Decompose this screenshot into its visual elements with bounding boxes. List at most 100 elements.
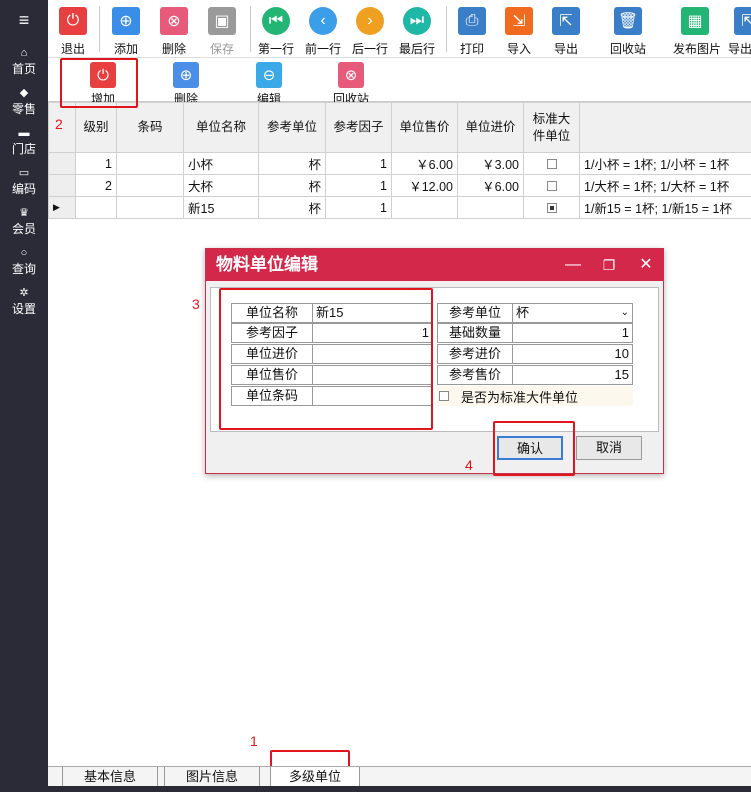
- restore-icon[interactable]: ❐: [594, 249, 624, 281]
- col-header[interactable]: 单位售价: [391, 102, 458, 153]
- sub-recycle-button[interactable]: ⊗ 回收站: [321, 62, 381, 102]
- field-label: 参考售价: [437, 365, 513, 385]
- cell-desc[interactable]: 1/大杯 = 1杯; 1/大杯 = 1杯: [579, 174, 751, 197]
- std-unit-checkbox-row[interactable]: 是否为标准大件单位: [437, 386, 633, 406]
- trash-icon: 🗑: [614, 7, 642, 35]
- row-header[interactable]: [48, 152, 76, 175]
- nav-label: 编码: [11, 182, 36, 196]
- save-button[interactable]: ▣ 保存: [200, 7, 244, 57]
- button-label: 删除: [173, 92, 198, 102]
- print-button[interactable]: ⎙ 打印: [450, 7, 494, 57]
- col-header[interactable]: 标准大件单位: [523, 102, 580, 153]
- prev-row-button[interactable]: ‹ 前一行: [301, 7, 345, 57]
- cell-ref-unit[interactable]: 杯: [258, 174, 326, 197]
- ref-price-input[interactable]: 15: [513, 365, 633, 385]
- tab-multi-unit[interactable]: 多级单位: [270, 767, 360, 787]
- edit-button[interactable]: ⊖ 编辑: [239, 62, 299, 102]
- cell-desc[interactable]: 1/小杯 = 1杯; 1/小杯 = 1杯: [579, 152, 751, 175]
- nav-home[interactable]: ⌂ 首页: [0, 42, 48, 82]
- export-button[interactable]: ⇱ 导出: [544, 7, 588, 57]
- cell-std[interactable]: [523, 174, 580, 197]
- cell-barcode[interactable]: [116, 152, 184, 175]
- table-row[interactable]: ▶ 新15 杯 1 1/新15 = 1杯; 1/新15 = 1杯: [48, 196, 751, 219]
- search-icon: ○: [20, 247, 28, 259]
- col-header[interactable]: 单位名称: [183, 102, 259, 153]
- add-button[interactable]: ⊕ 添加: [104, 7, 148, 57]
- ref-cost-input[interactable]: 10: [513, 344, 633, 364]
- cell-barcode[interactable]: [116, 174, 184, 197]
- ref-unit-select[interactable]: 杯 ⌄: [513, 303, 633, 323]
- last-icon: ⏭: [403, 7, 431, 35]
- nav-settings[interactable]: ✲ 设置: [0, 282, 48, 322]
- sub-delete-button[interactable]: ⊕ 删除: [156, 62, 216, 102]
- col-header[interactable]: 参考单位: [258, 102, 326, 153]
- dialog-titlebar[interactable]: 物料单位编辑 — ❐ ✕: [206, 249, 663, 281]
- cell-name[interactable]: 大杯: [183, 174, 259, 197]
- cell-factor[interactable]: 1: [325, 174, 392, 197]
- checkbox-label: 是否为标准大件单位: [461, 389, 579, 405]
- first-row-button[interactable]: ⏮ 第一行: [254, 7, 298, 57]
- cell-level[interactable]: [75, 196, 117, 219]
- exit-button[interactable]: ⏻ 退出: [51, 7, 95, 57]
- cell-level[interactable]: 1: [75, 152, 117, 175]
- col-header[interactable]: 条码: [116, 102, 184, 153]
- field-label: 参考单位: [437, 303, 513, 323]
- last-row-button[interactable]: ⏭ 最后行: [395, 7, 439, 57]
- cell-cost[interactable]: ￥6.00: [457, 174, 524, 197]
- delete-button[interactable]: ⊗ 删除: [152, 7, 196, 57]
- checkbox[interactable]: [546, 181, 557, 192]
- nav-label: 门店: [11, 142, 36, 156]
- cell-desc[interactable]: 1/新15 = 1杯; 1/新15 = 1杯: [579, 196, 751, 219]
- export-button-2[interactable]: ⇱ 导出: [728, 7, 751, 57]
- cell-sale[interactable]: ￥12.00: [391, 174, 458, 197]
- minimize-icon[interactable]: —: [558, 249, 588, 281]
- col-header[interactable]: [579, 102, 751, 153]
- button-label: 删除: [161, 42, 186, 56]
- nav-code[interactable]: ▭ 编码: [0, 162, 48, 202]
- nav-label: 零售: [11, 102, 36, 116]
- cell-sale[interactable]: [391, 196, 458, 219]
- nav-query[interactable]: ○ 查询: [0, 242, 48, 282]
- cell-factor[interactable]: 1: [325, 196, 392, 219]
- close-icon[interactable]: ✕: [631, 249, 661, 281]
- table-row[interactable]: 1 小杯 杯 1 ￥6.00 ￥3.00 1/小杯 = 1杯; 1/小杯 = 1…: [48, 152, 751, 175]
- std-unit-checkbox[interactable]: [439, 391, 449, 401]
- cell-factor[interactable]: 1: [325, 152, 392, 175]
- cell-cost[interactable]: [457, 196, 524, 219]
- cell-name[interactable]: 新15: [183, 196, 259, 219]
- col-header[interactable]: 级别: [75, 102, 117, 153]
- cell-name[interactable]: 小杯: [183, 152, 259, 175]
- current-row-arrow-icon[interactable]: ▶: [48, 196, 76, 219]
- cancel-button[interactable]: 取消: [576, 436, 642, 460]
- checkbox[interactable]: [546, 203, 557, 214]
- cell-std[interactable]: [523, 196, 580, 219]
- col-header[interactable]: 参考因子: [325, 102, 392, 153]
- floppy-icon: ▣: [208, 7, 236, 35]
- nav-retail[interactable]: ◆ 零售: [0, 82, 48, 122]
- field-ref-price: 参考售价 15: [437, 365, 633, 385]
- cell-std[interactable]: [523, 152, 580, 175]
- hamburger-icon[interactable]: ≡: [0, 0, 48, 42]
- next-row-button[interactable]: › 后一行: [348, 7, 392, 57]
- checkbox[interactable]: [546, 159, 557, 170]
- cell-barcode[interactable]: [116, 196, 184, 219]
- cell-ref-unit[interactable]: 杯: [258, 152, 326, 175]
- row-header[interactable]: [48, 174, 76, 197]
- cell-sale[interactable]: ￥6.00: [391, 152, 458, 175]
- home-icon: ⌂: [20, 47, 28, 59]
- import-button[interactable]: ⇲ 导入: [497, 7, 541, 57]
- cell-level[interactable]: 2: [75, 174, 117, 197]
- nav-label: 设置: [11, 302, 36, 316]
- recycle-bin-button[interactable]: 🗑 回收站: [606, 7, 650, 57]
- col-header[interactable]: 单位进价: [457, 102, 524, 153]
- nav-store[interactable]: ▬ 门店: [0, 122, 48, 162]
- publish-image-button[interactable]: ▦ 发布图片: [673, 7, 721, 57]
- cell-cost[interactable]: ￥3.00: [457, 152, 524, 175]
- nav-member[interactable]: ♛ 会员: [0, 202, 48, 242]
- x-circle-icon: ⊗: [160, 7, 188, 35]
- tab-image-info[interactable]: 图片信息: [164, 767, 260, 787]
- table-row[interactable]: 2 大杯 杯 1 ￥12.00 ￥6.00 1/大杯 = 1杯; 1/大杯 = …: [48, 174, 751, 197]
- base-qty-input[interactable]: 1: [513, 323, 633, 343]
- tab-basic-info[interactable]: 基本信息: [62, 767, 158, 787]
- cell-ref-unit[interactable]: 杯: [258, 196, 326, 219]
